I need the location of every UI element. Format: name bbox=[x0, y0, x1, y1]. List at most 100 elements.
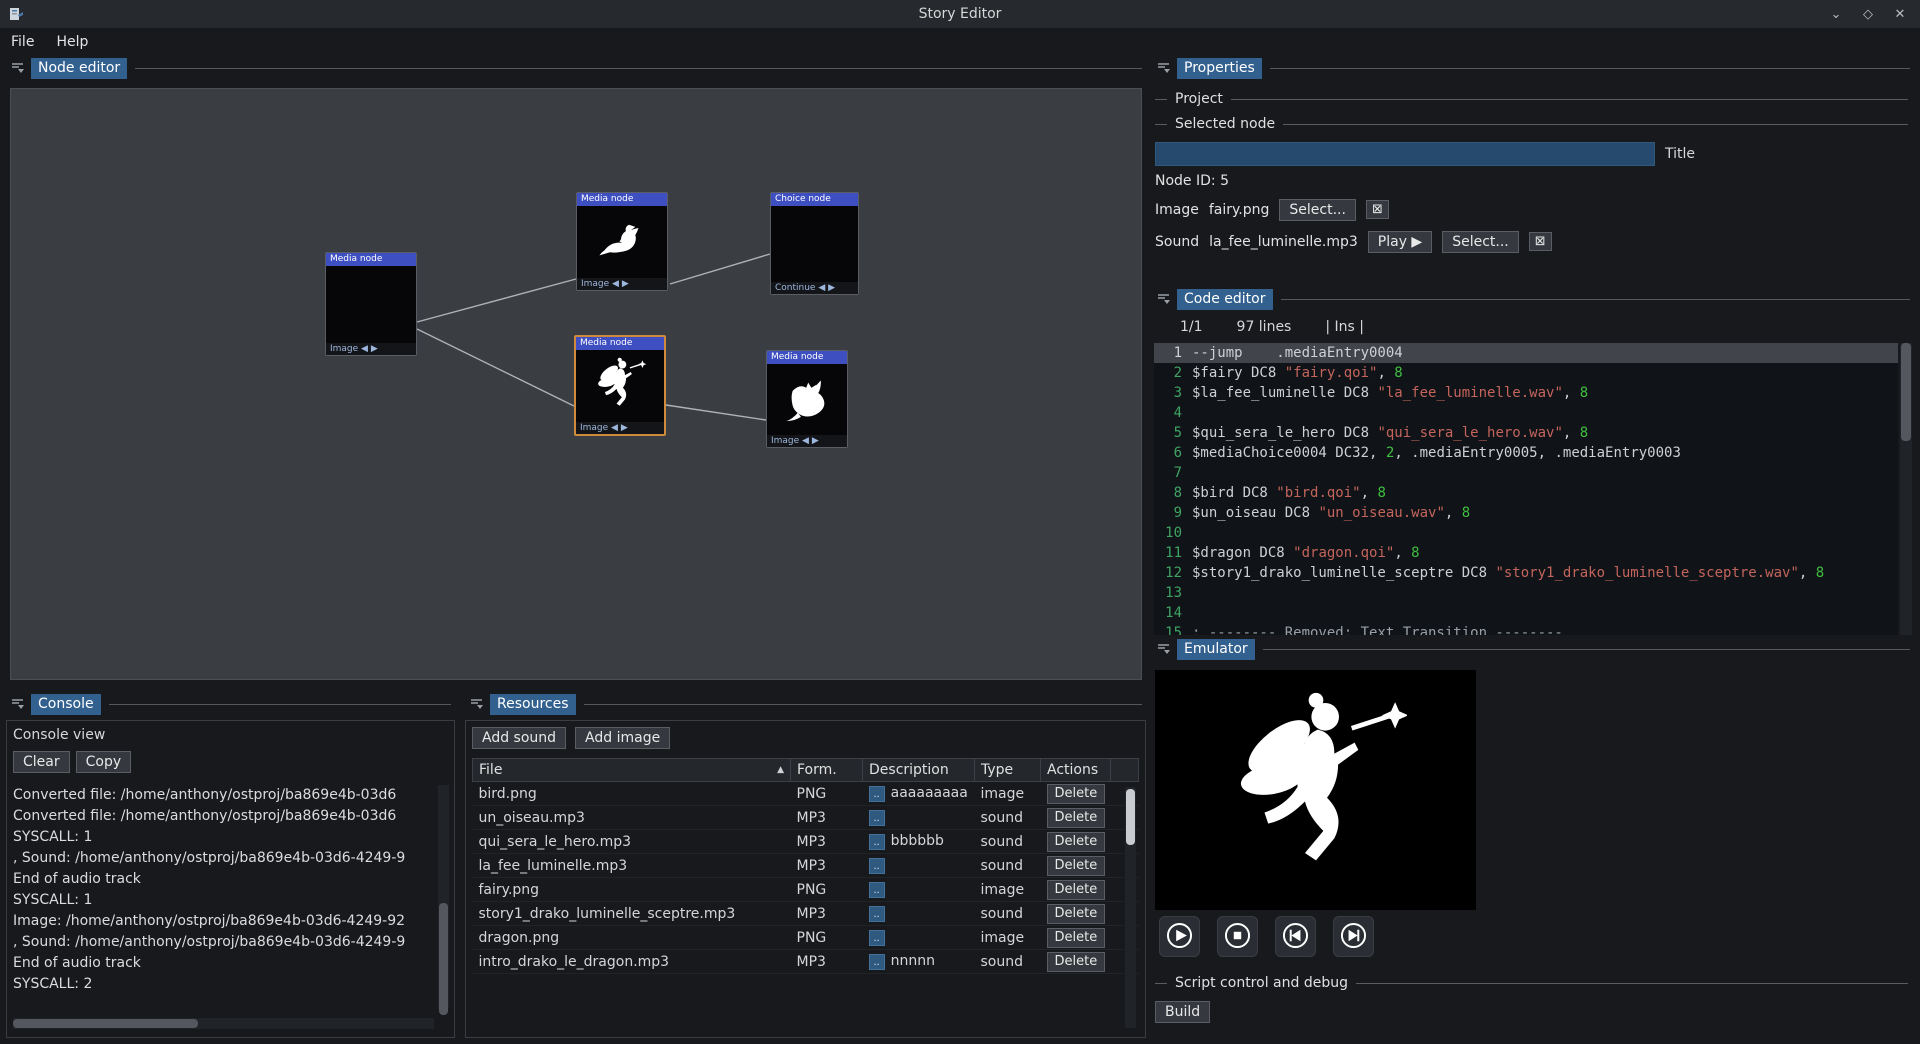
graph-node[interactable]: Media nodeImage ◀ ▶ bbox=[576, 192, 668, 291]
resource-row[interactable]: dragon.pngPNG..imageDelete bbox=[473, 926, 1139, 950]
delete-button[interactable]: Delete bbox=[1047, 880, 1106, 900]
close-button[interactable]: ✕ bbox=[1892, 7, 1908, 22]
menu-file[interactable]: File bbox=[0, 31, 45, 53]
step-forward-button[interactable] bbox=[1333, 916, 1374, 957]
code-line[interactable]: 3$la_fee_luminelle DC8 "la_fee_luminelle… bbox=[1154, 383, 1898, 403]
code-line[interactable]: 7 bbox=[1154, 463, 1898, 483]
edit-description-button[interactable]: .. bbox=[869, 882, 885, 898]
graph-node[interactable]: Choice nodeContinue ◀ ▶ bbox=[770, 192, 859, 295]
code-line[interactable]: 15; -------- Removed: Text Transition --… bbox=[1154, 623, 1898, 635]
node-preview bbox=[576, 350, 664, 422]
maximize-button[interactable]: ◇ bbox=[1860, 7, 1876, 22]
node-footer: Image ◀ ▶ bbox=[326, 343, 416, 355]
resource-row[interactable]: qui_sera_le_hero.mp3MP3..bbbbbbsoundDele… bbox=[473, 830, 1139, 854]
resource-description-text: nnnnn bbox=[891, 953, 935, 969]
console-body: Console view Clear Copy Converted file: … bbox=[6, 720, 455, 1038]
panel-menu-icon[interactable] bbox=[10, 697, 25, 711]
clear-button[interactable]: Clear bbox=[13, 751, 70, 773]
step-back-button[interactable] bbox=[1275, 916, 1316, 957]
delete-button[interactable]: Delete bbox=[1047, 928, 1106, 948]
console-log[interactable]: Converted file: /home/anthony/ostproj/ba… bbox=[13, 785, 434, 1009]
emulator-screen-image bbox=[1224, 680, 1408, 901]
edit-description-button[interactable]: .. bbox=[869, 834, 885, 850]
column-format[interactable]: Form. bbox=[791, 759, 863, 782]
minimize-button[interactable]: ⌄ bbox=[1828, 7, 1844, 22]
resource-row[interactable]: bird.pngPNG..aaaaaaaaaimageDelete bbox=[473, 782, 1139, 806]
scrollbar-thumb[interactable] bbox=[1901, 343, 1911, 441]
line-text: $story1_drako_luminelle_sceptre DC8 "sto… bbox=[1192, 563, 1824, 583]
add-sound-button[interactable]: Add sound bbox=[472, 727, 566, 749]
edit-description-button[interactable]: .. bbox=[869, 954, 885, 970]
code-line[interactable]: 12$story1_drako_luminelle_sceptre DC8 "s… bbox=[1154, 563, 1898, 583]
console-hscrollbar[interactable] bbox=[13, 1018, 434, 1029]
line-text: $un_oiseau DC8 "un_oiseau.wav", 8 bbox=[1192, 503, 1470, 523]
code-line[interactable]: 8$bird DC8 "bird.qoi", 8 bbox=[1154, 483, 1898, 503]
delete-button[interactable]: Delete bbox=[1047, 832, 1106, 852]
resource-row[interactable]: story1_drako_luminelle_sceptre.mp3MP3..s… bbox=[473, 902, 1139, 926]
node-canvas[interactable]: Media nodeImage ◀ ▶ Media nodeImage ◀ ▶ Ch… bbox=[10, 88, 1142, 680]
scrollbar-thumb[interactable] bbox=[13, 1019, 198, 1028]
code-line[interactable]: 14 bbox=[1154, 603, 1898, 623]
code-line[interactable]: 5$qui_sera_le_hero DC8 "qui_sera_le_hero… bbox=[1154, 423, 1898, 443]
column-file[interactable]: File▲ bbox=[473, 759, 791, 782]
code-line[interactable]: 4 bbox=[1154, 403, 1898, 423]
resource-row[interactable]: un_oiseau.mp3MP3..soundDelete bbox=[473, 806, 1139, 830]
code-line[interactable]: 11$dragon DC8 "dragon.qoi", 8 bbox=[1154, 543, 1898, 563]
scrollbar-thumb[interactable] bbox=[439, 903, 448, 1015]
line-text: $dragon DC8 "dragon.qoi", 8 bbox=[1192, 543, 1420, 563]
column-actions[interactable]: Actions bbox=[1041, 759, 1111, 782]
menu-help[interactable]: Help bbox=[45, 31, 99, 53]
image-clear-button[interactable]: ⊠ bbox=[1366, 200, 1389, 219]
column-type[interactable]: Type bbox=[975, 759, 1041, 782]
title-input[interactable] bbox=[1155, 142, 1655, 166]
code-line[interactable]: 9$un_oiseau DC8 "un_oiseau.wav", 8 bbox=[1154, 503, 1898, 523]
code-line[interactable]: 10 bbox=[1154, 523, 1898, 543]
edit-description-button[interactable]: .. bbox=[869, 930, 885, 946]
code-vscrollbar[interactable] bbox=[1900, 343, 1912, 635]
panel-menu-icon[interactable] bbox=[469, 697, 484, 711]
resource-row[interactable]: la_fee_luminelle.mp3MP3..soundDelete bbox=[473, 854, 1139, 878]
delete-button[interactable]: Delete bbox=[1047, 784, 1106, 804]
add-image-button[interactable]: Add image bbox=[575, 727, 670, 749]
panel-header-line bbox=[584, 704, 1143, 705]
edit-description-button[interactable]: .. bbox=[869, 858, 885, 874]
stop-button[interactable] bbox=[1217, 916, 1258, 957]
graph-node[interactable]: Media nodeImage ◀ ▶ bbox=[325, 252, 417, 356]
line-number: 12 bbox=[1154, 563, 1192, 583]
edit-description-button[interactable]: .. bbox=[869, 906, 885, 922]
delete-button[interactable]: Delete bbox=[1047, 808, 1106, 828]
edit-description-button[interactable]: .. bbox=[869, 810, 885, 826]
sound-play-button[interactable]: Play ▶ bbox=[1368, 231, 1432, 253]
code-area[interactable]: 1--jump .mediaEntry00042$fairy DC8 "fair… bbox=[1154, 343, 1898, 635]
delete-button[interactable]: Delete bbox=[1047, 952, 1106, 972]
panel-menu-icon[interactable] bbox=[1156, 61, 1171, 75]
graph-node[interactable]: Media nodeImage ◀ ▶ bbox=[574, 335, 666, 436]
copy-button[interactable]: Copy bbox=[76, 751, 132, 773]
delete-button[interactable]: Delete bbox=[1047, 904, 1106, 924]
panel-menu-icon[interactable] bbox=[1156, 292, 1171, 306]
code-line[interactable]: 2$fairy DC8 "fairy.qoi", 8 bbox=[1154, 363, 1898, 383]
play-button[interactable] bbox=[1159, 916, 1200, 957]
edit-description-button[interactable]: .. bbox=[869, 786, 885, 802]
resource-type: sound bbox=[975, 830, 1041, 854]
sound-clear-button[interactable]: ⊠ bbox=[1529, 232, 1552, 251]
graph-node[interactable]: Media nodeImage ◀ ▶ bbox=[766, 350, 848, 448]
resource-row[interactable]: intro_drako_le_dragon.mp3MP3..nnnnnsound… bbox=[473, 950, 1139, 974]
code-line[interactable]: 13 bbox=[1154, 583, 1898, 603]
build-button[interactable]: Build bbox=[1155, 1001, 1210, 1023]
line-number: 11 bbox=[1154, 543, 1192, 563]
resources-vscrollbar[interactable] bbox=[1125, 787, 1136, 1028]
panel-title: Emulator bbox=[1177, 639, 1255, 660]
panel-menu-icon[interactable] bbox=[1156, 642, 1171, 656]
code-line[interactable]: 6$mediaChoice0004 DC32, 2, .mediaEntry00… bbox=[1154, 443, 1898, 463]
sound-select-button[interactable]: Select... bbox=[1442, 231, 1519, 253]
column-description[interactable]: Description bbox=[863, 759, 975, 782]
code-line[interactable]: 1--jump .mediaEntry0004 bbox=[1154, 343, 1898, 363]
scrollbar-thumb[interactable] bbox=[1126, 789, 1135, 845]
resource-row[interactable]: fairy.pngPNG..imageDelete bbox=[473, 878, 1139, 902]
panel-menu-icon[interactable] bbox=[10, 61, 25, 75]
image-select-button[interactable]: Select... bbox=[1279, 199, 1356, 221]
console-vscrollbar[interactable] bbox=[438, 785, 449, 1009]
delete-button[interactable]: Delete bbox=[1047, 856, 1106, 876]
line-text: $la_fee_luminelle DC8 "la_fee_luminelle.… bbox=[1192, 383, 1588, 403]
